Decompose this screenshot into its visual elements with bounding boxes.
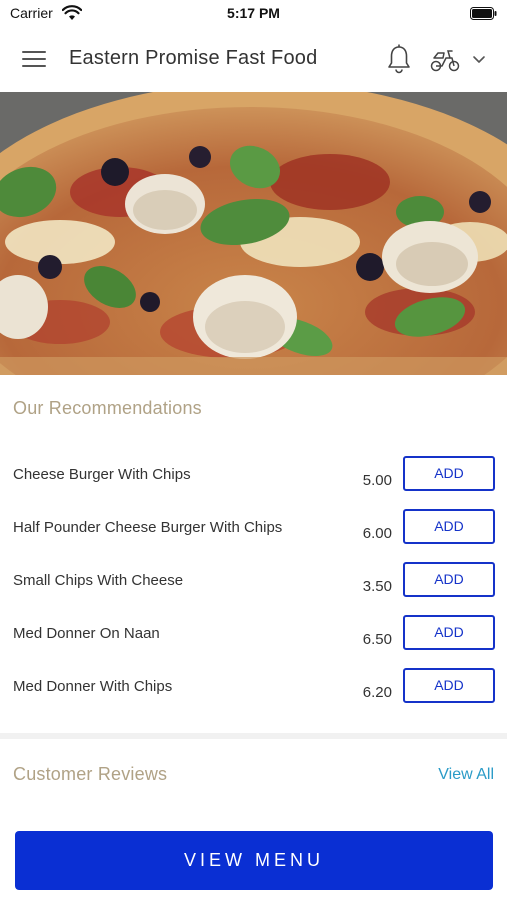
item-name: Med Donner With Chips [13,678,173,695]
view-all-link[interactable]: View All [438,766,494,784]
clock: 5:17 PM [227,5,280,21]
item-price: 6.20 [362,684,392,701]
item-name: Small Chips With Cheese [13,572,184,589]
add-button[interactable]: ADD [403,456,495,491]
delivery-scooter-icon[interactable] [430,48,460,72]
section-divider [0,733,507,739]
item-name: Half Pounder Cheese Burger With Chips [13,519,283,536]
add-button[interactable]: ADD [403,615,495,650]
item-price: 3.50 [362,578,392,595]
item-price: 5.00 [362,472,392,489]
recommendations-title: Our Recommendations [13,398,202,418]
restaurant-title: Eastern Promise Fast Food [69,47,318,69]
add-button[interactable]: ADD [403,509,495,544]
app-header: Eastern Promise Fast Food [0,32,507,90]
pizza-image [0,92,507,375]
status-bar: Carrier 5:17 PM [0,0,507,30]
add-button[interactable]: ADD [403,668,495,703]
reviews-title: Customer Reviews [13,764,168,784]
battery-icon [470,7,497,20]
add-button[interactable]: ADD [403,562,495,597]
list-item: Med Donner With Chips 6.20 ADD [0,668,507,731]
hamburger-menu-icon[interactable] [22,48,48,70]
item-name: Med Donner On Naan [13,625,160,642]
item-price: 6.50 [362,631,392,648]
bell-icon[interactable] [386,44,412,74]
view-menu-button[interactable]: VIEW MENU [15,831,493,890]
item-price: 6.00 [362,525,392,542]
item-name: Cheese Burger With Chips [13,466,191,483]
chevron-down-icon[interactable] [472,54,486,64]
